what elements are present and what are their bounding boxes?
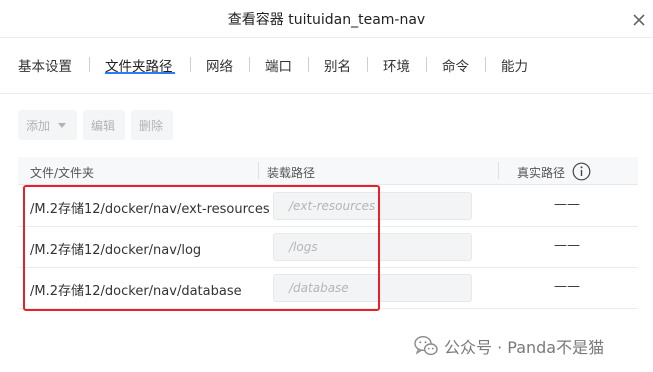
column-header-file-folder: 文件/文件夹	[30, 166, 95, 180]
tab-environment[interactable]: 环境	[383, 55, 410, 75]
add-button[interactable]: 添加	[18, 110, 77, 140]
active-tab-indicator	[105, 72, 175, 74]
tab-aliases[interactable]: 别名	[324, 55, 351, 75]
column-header-real-path: 真实路径	[517, 166, 566, 180]
column-header-mount-path: 装载路径	[267, 166, 316, 180]
tab-divider	[249, 57, 250, 72]
column-divider[interactable]	[498, 162, 499, 179]
close-icon[interactable]	[629, 10, 649, 30]
dialog-titlebar: 查看容器 tuituidan_team-nav	[0, 0, 653, 38]
highlight-annotation-box	[23, 185, 380, 311]
tab-divider	[190, 57, 191, 72]
tab-divider	[485, 57, 486, 72]
tab-divider	[89, 57, 90, 72]
real-path-cell: ——	[554, 279, 580, 294]
watermark-text: 公众号 · Panda不是猫	[444, 338, 605, 357]
tab-divider	[367, 57, 368, 72]
tab-basic-settings[interactable]: 基本设置	[18, 55, 72, 75]
delete-button[interactable]: 删除	[131, 110, 173, 140]
info-icon[interactable]	[572, 162, 591, 181]
watermark: 公众号 · Panda不是猫	[414, 334, 604, 358]
dialog-title: 查看容器 tuituidan_team-nav	[227, 12, 426, 28]
tab-divider	[426, 57, 427, 72]
delete-button-label: 删除	[139, 118, 164, 133]
table-header: 文件/文件夹 装载路径 真实路径	[18, 157, 638, 185]
add-button-label: 添加	[26, 118, 51, 133]
tab-capabilities[interactable]: 能力	[501, 55, 528, 75]
tab-ports[interactable]: 端口	[265, 55, 292, 75]
edit-button-label: 编辑	[91, 118, 116, 133]
real-path-cell: ——	[554, 197, 580, 212]
dropdown-caret-icon	[58, 122, 67, 128]
real-path-cell: ——	[554, 238, 580, 253]
wechat-icon	[414, 335, 438, 356]
edit-button[interactable]: 编辑	[83, 110, 125, 140]
tab-divider	[308, 57, 309, 72]
column-divider[interactable]	[258, 162, 259, 179]
tab-command[interactable]: 命令	[442, 55, 469, 75]
tab-network[interactable]: 网络	[206, 55, 233, 75]
